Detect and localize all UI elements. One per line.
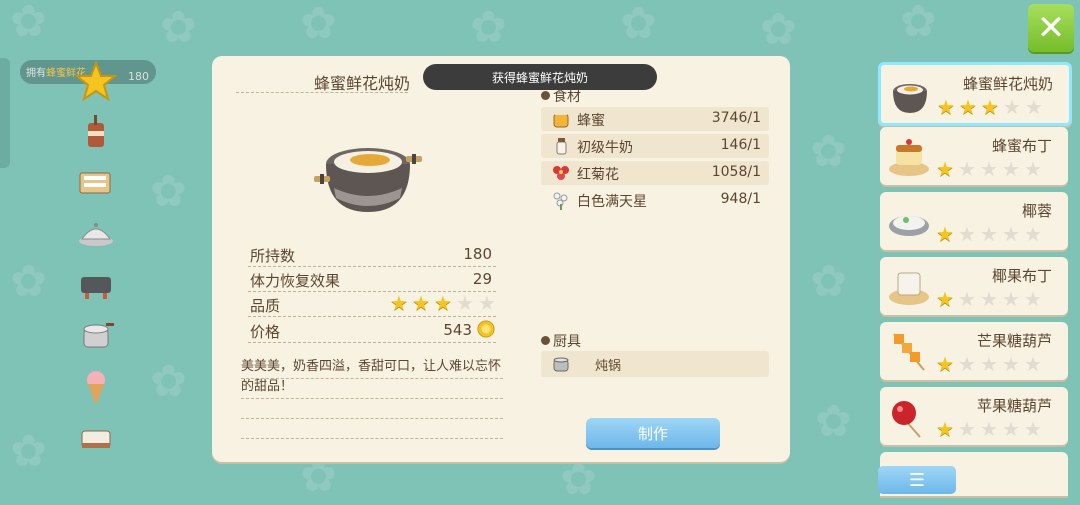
ingredient-name: 蜂蜜 [577,113,605,129]
cookware-name: 炖锅 [595,359,622,374]
close-button[interactable]: ✕ [1028,4,1074,52]
stat-divider [248,266,496,267]
ingredient-amount: 1058/1 [711,164,761,180]
honey-jar-icon [553,111,569,128]
recipe-stars: ★ ★ ★ ★ ★ [936,157,1042,181]
recipe-card[interactable]: 蜂蜜布丁 ★ ★ ★ ★ ★ [880,127,1068,185]
stat-price-label: 价格 [250,323,281,341]
ingredient-name: 初级牛奶 [577,140,633,156]
cookware-heading: 厨具 [541,331,581,351]
star-icon [74,61,118,101]
recipe-name: 蜂蜜布丁 [991,137,1052,155]
recipe-card[interactable]: 苹果糖葫芦 ★ ★ ★ ★ ★ [880,387,1068,445]
recipe-name: 椰果布丁 [991,267,1052,285]
ingredient-row[interactable]: 红菊花 1058/1 [541,161,769,185]
category-desserts[interactable] [70,160,122,206]
coin-icon [477,320,495,338]
biscuit-box-icon [79,172,111,194]
recipe-stars: ★ ★ ★ ★ ★ [936,352,1042,376]
recipe-stars: ★ ★ ★ ★ ★ [937,95,1043,119]
cake-box-icon [81,430,111,448]
desc-line [241,418,503,419]
left-edge-tab[interactable] [0,58,10,168]
stew-pot-icon [553,357,569,372]
stat-stamina-label: 体力恢复效果 [250,272,341,290]
category-dishes[interactable] [70,210,122,256]
grill-plate-icon [81,277,111,299]
close-icon: ✕ [1036,8,1066,48]
owned-counter-value: 180 [128,70,149,83]
star-empty-icon: ★ [478,291,496,315]
cooking-pot-icon [83,323,114,348]
recipe-stars: ★ ★ ★ ★ ★ [936,287,1042,311]
covered-dish-icon [79,223,113,246]
milk-bottle-icon [556,138,567,155]
stat-divider [248,316,496,317]
star-filled-icon: ★ [390,291,408,315]
item-title: 蜂蜜鲜花炖奶 [314,74,411,93]
recipe-name: 芒果糖葫芦 [976,332,1052,350]
babys-breath-icon [553,192,568,210]
coconut-pudding-icon [889,272,929,305]
cookware-row[interactable]: 炖锅 [541,351,769,377]
category-favorites[interactable] [70,58,122,104]
item-description: 美美美，奶香四溢，香甜可口，让人难以忘怀的甜品！ [241,359,502,394]
stat-divider [248,342,496,343]
red-chrysanthemum-icon [553,166,569,180]
recipe-stars: ★ ★ ★ ★ ★ [936,417,1042,441]
category-drinks[interactable] [70,110,122,156]
desc-line [241,398,503,399]
ingredient-row[interactable]: 白色满天星 948/1 [541,188,769,212]
ingredient-row[interactable]: 初级牛奶 146/1 [541,134,769,158]
category-pots[interactable] [70,312,122,358]
make-button[interactable]: 制作 [586,418,720,448]
recipe-card[interactable]: 椰果布丁 ★ ★ ★ ★ ★ [880,257,1068,315]
recipe-name: 椰蓉 [1021,202,1052,220]
stew-pot-dish-icon [893,84,927,113]
quality-stars: ★ ★ ★ ★ ★ [388,293,498,314]
ingredient-row[interactable]: 蜂蜜 3746/1 [541,107,769,131]
honey-pudding-icon [889,139,929,176]
category-cakes[interactable] [70,414,122,460]
recipe-name: 苹果糖葫芦 [976,397,1052,415]
desc-line [241,378,503,379]
list-sort-icon: ☰ [908,469,926,491]
stat-owned-value: 180 [463,245,492,263]
desc-line [241,438,503,439]
ingredient-amount: 948/1 [720,191,761,207]
recipe-stars: ★ ★ ★ ★ ★ [936,222,1042,246]
star-filled-icon: ★ [412,291,430,315]
category-ice-cream[interactable] [70,364,122,410]
coconut-dish-icon [889,216,929,236]
apple-skewer-icon [892,401,921,438]
ice-cream-cone-icon [87,371,105,405]
drink-cup-icon [88,115,104,147]
recipe-card-selected[interactable]: 蜂蜜鲜花炖奶 ★ ★ ★ ★ ★ [878,62,1072,126]
recipe-card[interactable]: 椰蓉 ★ ★ ★ ★ ★ [880,192,1068,250]
star-filled-icon: ★ [434,291,452,315]
ingredient-name: 白色满天星 [577,194,647,210]
sort-button[interactable]: ☰ [878,466,956,494]
stat-owned-label: 所持数 [250,247,296,265]
obtained-toast: 获得蜂蜜鲜花炖奶 [423,64,657,90]
stat-stamina-value: 29 [472,270,492,288]
recipe-name: 蜂蜜鲜花炖奶 [962,75,1053,93]
ingredient-amount: 3746/1 [711,110,761,126]
bullet-icon [541,91,550,100]
star-empty-icon: ★ [456,291,474,315]
ingredients-heading: 食材 [541,86,581,106]
recipe-card[interactable]: 芒果糖葫芦 ★ ★ ★ ★ ★ [880,322,1068,380]
category-grill[interactable] [70,262,122,308]
stew-pot-dish-icon [314,148,422,212]
bullet-icon [541,336,550,345]
mango-skewer-icon [893,333,925,371]
stat-quality-label: 品质 [250,297,281,315]
ingredient-amount: 146/1 [720,137,761,153]
stat-price-value: 543 [443,321,472,339]
ingredient-name: 红菊花 [577,167,619,183]
